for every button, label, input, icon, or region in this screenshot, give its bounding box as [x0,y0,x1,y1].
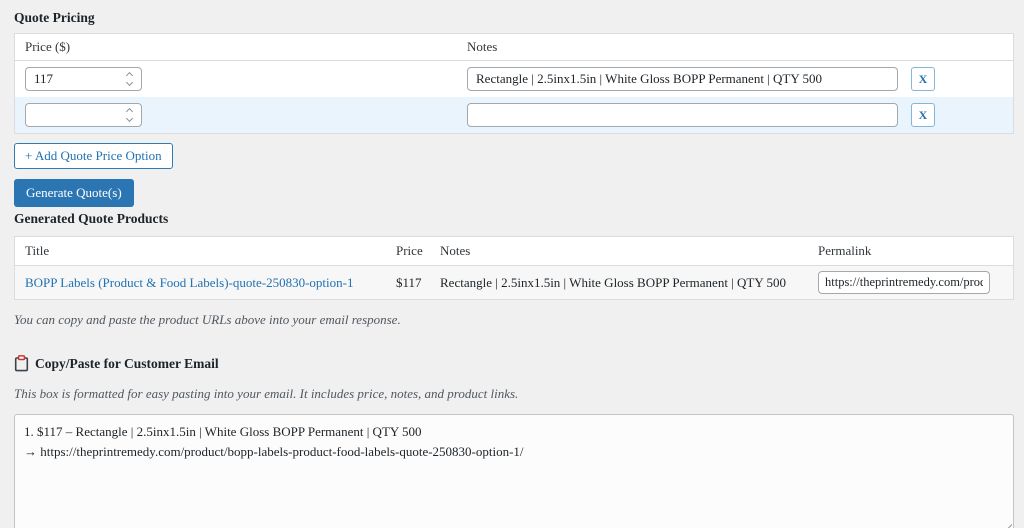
email-copy-textarea[interactable]: 1. $117 – Rectangle | 2.5inx1.5in | Whit… [14,414,1014,528]
permalink-input[interactable] [818,271,990,294]
number-spinner-icon[interactable] [121,71,137,87]
notes-column-header: Notes [440,243,818,259]
price-input-wrap [25,103,142,127]
price-column-header: Price [396,243,440,259]
email-copy-area-wrap: 1. $117 – Rectangle | 2.5inx1.5in | Whit… [14,414,1014,528]
permalink-column-header: Permalink [818,243,1003,259]
quote-pricing-table: Price ($) Notes X [14,33,1014,134]
remove-price-option-button[interactable]: X [911,103,935,127]
price-input[interactable] [34,107,121,123]
notes-input[interactable] [467,103,898,127]
product-notes: Rectangle | 2.5inx1.5in | White Gloss BO… [440,275,818,291]
price-option-row: X [15,61,1013,97]
title-column-header: Title [25,243,396,259]
quote-pricing-heading: Quote Pricing [14,10,1014,26]
clipboard-icon [14,355,29,372]
product-title-link[interactable]: BOPP Labels (Product & Food Labels)-quot… [25,275,353,290]
quote-editor-page: Quote Pricing Price ($) Notes X [0,0,1024,528]
price-input[interactable] [34,71,121,87]
price-input-wrap [25,67,142,91]
price-column-header: Price ($) [25,39,467,55]
product-price: $117 [396,275,440,291]
generated-quote-products-heading: Generated Quote Products [14,211,1014,227]
quote-pricing-table-header: Price ($) Notes [15,34,1013,61]
notes-column-header: Notes [467,39,497,55]
price-option-row: X [15,97,1013,133]
add-quote-price-option-button[interactable]: + Add Quote Price Option [14,143,173,169]
generate-quotes-button[interactable]: Generate Quote(s) [14,179,134,207]
notes-input[interactable] [467,67,898,91]
number-spinner-icon[interactable] [121,107,137,123]
copy-paste-email-heading: Copy/Paste for Customer Email [14,355,1014,372]
table-row: BOPP Labels (Product & Food Labels)-quot… [15,266,1013,299]
generated-products-table: Title Price Notes Permalink BOPP Labels … [14,236,1014,300]
copy-urls-hint: You can copy and paste the product URLs … [14,312,1014,328]
remove-price-option-button[interactable]: X [911,67,935,91]
generated-products-table-header: Title Price Notes Permalink [15,237,1013,266]
email-box-description: This box is formatted for easy pasting i… [14,386,1014,402]
copy-paste-email-title: Copy/Paste for Customer Email [35,356,219,372]
